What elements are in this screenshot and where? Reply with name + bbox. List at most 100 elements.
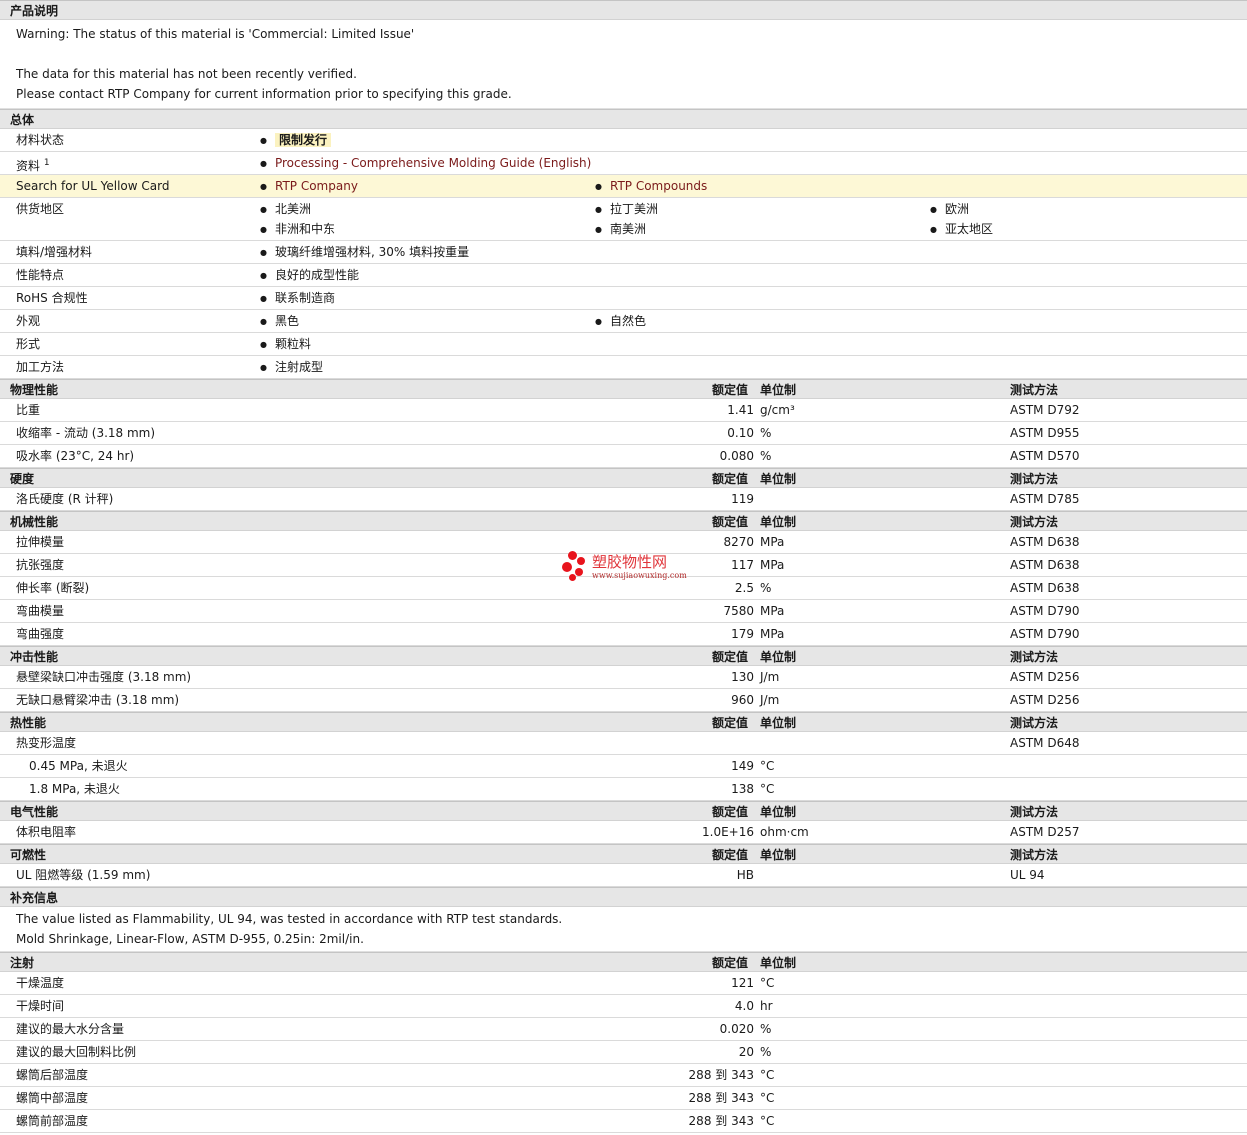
row-unit: MPa <box>760 604 785 618</box>
row-test-method: ASTM D638 <box>1010 558 1080 572</box>
note-line: The value listed as Flammability, UL 94,… <box>16 912 563 926</box>
row-label: UL 阻燃等级 (1.59 mm) <box>16 868 151 882</box>
note-line: Warning: The status of this material is … <box>16 27 415 41</box>
row-test-method: ASTM D785 <box>1010 492 1080 506</box>
header-unit: 单位制 <box>760 716 797 730</box>
header-unit: 单位制 <box>760 515 797 529</box>
logo-dot <box>569 574 576 581</box>
row-rohs: RoHS 合规性 联系制造商 <box>0 287 1247 310</box>
header-unit: 单位制 <box>760 383 797 397</box>
row-label: 抗张强度 <box>16 558 65 572</box>
header-unit: 单位制 <box>760 650 797 664</box>
table-row: 收缩率 - 流动 (3.18 mm) 0.10% ASTM D955 <box>0 422 1247 445</box>
row-value: 288 到 343 <box>688 1114 754 1128</box>
row-value: 0.020 <box>719 1022 754 1036</box>
rtp-company-link[interactable]: RTP Company <box>275 179 358 193</box>
row-label: 热变形温度 <box>16 736 77 750</box>
row-test-method: ASTM D790 <box>1010 627 1080 641</box>
section-title: 补充信息 <box>10 891 59 905</box>
section-title: 物理性能 <box>10 383 59 397</box>
row-processing-method: 加工方法 注射成型 <box>0 356 1247 379</box>
header-value: 额定值 <box>712 716 749 730</box>
row-label: 填料/增强材料 <box>16 245 93 259</box>
rtp-compounds-link[interactable]: RTP Compounds <box>610 179 707 193</box>
row-label: 吸水率 (23°C, 24 hr) <box>16 449 135 463</box>
section-header-thermal: 热性能 额定值 单位制 测试方法 <box>0 712 1247 732</box>
section-title: 注射 <box>10 956 35 970</box>
supplemental-notes: The value listed as Flammability, UL 94,… <box>0 907 1247 952</box>
row-regions: 供货地区 北美洲 拉丁美洲 欧洲 非洲和中东 南美洲 亚太地区 <box>0 198 1247 241</box>
note-line: Please contact RTP Company for current i… <box>16 87 512 101</box>
table-row: 1.8 MPa, 未退火 138 °C <box>0 778 1247 801</box>
region-item: 亚太地区 <box>930 218 993 241</box>
section-title: 可燃性 <box>10 848 47 862</box>
row-label: 建议的最大回制料比例 <box>16 1045 137 1059</box>
header-unit: 单位制 <box>760 805 797 819</box>
table-row: 弯曲强度 179 MPa ASTM D790 <box>0 623 1247 646</box>
row-label: RoHS 合规性 <box>16 291 88 305</box>
row-label: 供货地区 <box>16 202 65 216</box>
row-label: 伸长率 (断裂) <box>16 581 90 595</box>
row-value: 121 <box>731 976 754 990</box>
row-label: 1.8 MPa, 未退火 <box>29 782 120 796</box>
row-value: 130 <box>731 670 754 684</box>
form-value: 颗粒料 <box>260 333 311 356</box>
table-row: 建议的最大水分含量 0.020% <box>0 1018 1247 1041</box>
appearance-value: 自然色 <box>595 310 646 333</box>
header-value: 额定值 <box>712 383 749 397</box>
row-unit: % <box>760 1045 772 1059</box>
table-row: UL 阻燃等级 (1.59 mm) HB UL 94 <box>0 864 1247 887</box>
row-label: 干燥时间 <box>16 999 65 1013</box>
row-unit: % <box>760 581 772 595</box>
section-title: 硬度 <box>10 472 35 486</box>
row-value: 138 <box>731 782 754 796</box>
row-unit: °C <box>760 782 775 796</box>
header-value: 额定值 <box>712 515 749 529</box>
row-material-status: 材料状态 限制发行 <box>0 129 1247 152</box>
section-header-injection: 注射 额定值 单位制 <box>0 952 1247 972</box>
header-test: 测试方法 <box>1010 716 1059 730</box>
region-item: 非洲和中东 <box>260 218 335 241</box>
header-test: 测试方法 <box>1010 472 1059 486</box>
row-value: 288 到 343 <box>688 1068 754 1082</box>
status-badge: 限制发行 <box>274 133 331 147</box>
table-row: 无缺口悬臂梁冲击 (3.18 mm) 960 J/m ASTM D256 <box>0 689 1247 712</box>
row-label: 性能特点 <box>16 268 65 282</box>
row-unit: °C <box>760 1091 775 1105</box>
row-value: 7580 <box>723 604 754 618</box>
header-test: 测试方法 <box>1010 848 1059 862</box>
section-title: 总体 <box>10 113 35 127</box>
note-line <box>16 44 1231 64</box>
section-title: 产品说明 <box>10 4 59 18</box>
header-value: 额定值 <box>712 650 749 664</box>
table-row: 弯曲模量 7580 MPa ASTM D790 <box>0 600 1247 623</box>
processing-guide-link[interactable]: Processing - Comprehensive Molding Guide… <box>275 156 591 170</box>
row-unit: MPa <box>760 558 785 572</box>
row-value: 117 <box>731 558 754 572</box>
ul-link-item: RTP Company <box>260 175 358 198</box>
row-label: 收缩率 - 流动 (3.18 mm) <box>16 426 156 440</box>
row-test-method: ASTM D790 <box>1010 604 1080 618</box>
table-row: 螺筒后部温度 288 到 343 °C <box>0 1064 1247 1087</box>
row-test-method: UL 94 <box>1010 868 1045 882</box>
row-value: 288 到 343 <box>688 1091 754 1105</box>
row-value: 0.080 <box>719 449 754 463</box>
section-header-mechanical: 机械性能 额定值 单位制 测试方法 <box>0 511 1247 531</box>
row-test-method: ASTM D570 <box>1010 449 1080 463</box>
row-label: 形式 <box>16 337 41 351</box>
rohs-value: 联系制造商 <box>260 287 335 310</box>
row-value: 179 <box>731 627 754 641</box>
row-value: 0.10 <box>727 426 754 440</box>
row-label: 0.45 MPa, 未退火 <box>29 759 128 773</box>
table-row: 体积电阻率 1.0E+16 ohm·cm ASTM D257 <box>0 821 1247 844</box>
section-header-supplemental: 补充信息 <box>0 887 1247 907</box>
row-label: 外观 <box>16 314 41 328</box>
header-value: 额定值 <box>712 848 749 862</box>
row-value: 1.0E+16 <box>702 825 754 839</box>
row-label: 材料状态 <box>16 133 65 147</box>
note-line: The data for this material has not been … <box>16 67 357 81</box>
header-test: 测试方法 <box>1010 805 1059 819</box>
row-unit: J/m <box>760 670 780 684</box>
table-row: 吸水率 (23°C, 24 hr) 0.080% ASTM D570 <box>0 445 1247 468</box>
row-unit: g/cm³ <box>760 403 795 417</box>
